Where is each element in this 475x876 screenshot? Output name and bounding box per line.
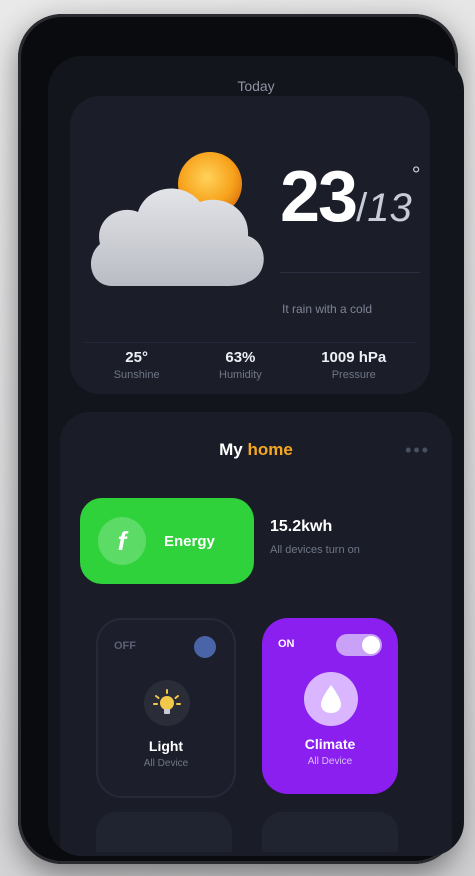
- bulb-glyph: [153, 689, 181, 714]
- stat-label: Sunshine: [113, 369, 160, 381]
- light-tile[interactable]: OFF Light All Device: [96, 618, 236, 798]
- climate-tile[interactable]: ON Climate All Device: [262, 618, 398, 794]
- stat-value: 63%: [225, 349, 256, 366]
- climate-state: ON: [278, 638, 295, 650]
- home-card: My home ••• f Energy 15.2kwh All devices…: [60, 412, 452, 856]
- energy-button[interactable]: f Energy: [80, 498, 254, 584]
- app-screen: Today 23/13° It rain with a cold 25° Sun…: [48, 56, 464, 856]
- header-title: Today: [237, 78, 275, 94]
- temp-low: 13: [367, 186, 412, 230]
- energy-label: Energy: [164, 532, 215, 550]
- stat-value: 1009 hPa: [321, 349, 387, 366]
- home-title-prefix: My: [219, 440, 243, 459]
- toggle-knob: [194, 636, 216, 658]
- drop-glyph: [321, 685, 341, 713]
- light-state: OFF: [114, 640, 136, 652]
- bottom-tile-left[interactable]: [96, 812, 232, 852]
- light-subtitle: All Device: [143, 758, 189, 769]
- weather-condition: It rain with a cold: [282, 302, 373, 316]
- temperature-display: 23/13°: [280, 156, 421, 238]
- climate-toggle[interactable]: [336, 634, 382, 656]
- energy-value: 15.2kwh: [270, 518, 333, 535]
- home-title: My home: [60, 440, 452, 460]
- light-toggle[interactable]: [172, 636, 218, 658]
- energy-subtitle: All devices turn on: [270, 544, 360, 556]
- climate-subtitle: All Device: [307, 756, 353, 767]
- energy-icon: f: [98, 517, 146, 565]
- temp-separator: /: [356, 186, 368, 230]
- temp-divider: [280, 272, 420, 273]
- bulb-icon: [144, 680, 190, 726]
- more-options-icon[interactable]: •••: [405, 440, 430, 461]
- bottom-tile-right[interactable]: [262, 812, 398, 852]
- light-name: Light: [148, 738, 184, 754]
- drop-icon: [304, 672, 358, 726]
- weather-stats: 25° Sunshine 63% Humidity 1009 hPa Press…: [84, 342, 416, 387]
- stat-humidity: 63% Humidity: [219, 349, 262, 381]
- temp-high: 23: [280, 157, 358, 237]
- stat-pressure: 1009 hPa Pressure: [321, 349, 386, 381]
- tablet-device: Today 23/13° It rain with a cold 25° Sun…: [18, 14, 464, 864]
- stat-value: 25°: [125, 349, 148, 366]
- toggle-knob: [362, 636, 380, 654]
- degree-symbol: °: [411, 162, 421, 187]
- home-title-highlight: home: [247, 440, 293, 459]
- stat-sunshine: 25° Sunshine: [114, 349, 160, 381]
- stat-label: Pressure: [331, 369, 376, 381]
- stat-label: Humidity: [219, 369, 262, 381]
- weather-card[interactable]: 23/13° It rain with a cold 25° Sunshine …: [70, 96, 430, 394]
- cloud-sun-icon: [90, 152, 264, 286]
- climate-name: Climate: [304, 736, 356, 752]
